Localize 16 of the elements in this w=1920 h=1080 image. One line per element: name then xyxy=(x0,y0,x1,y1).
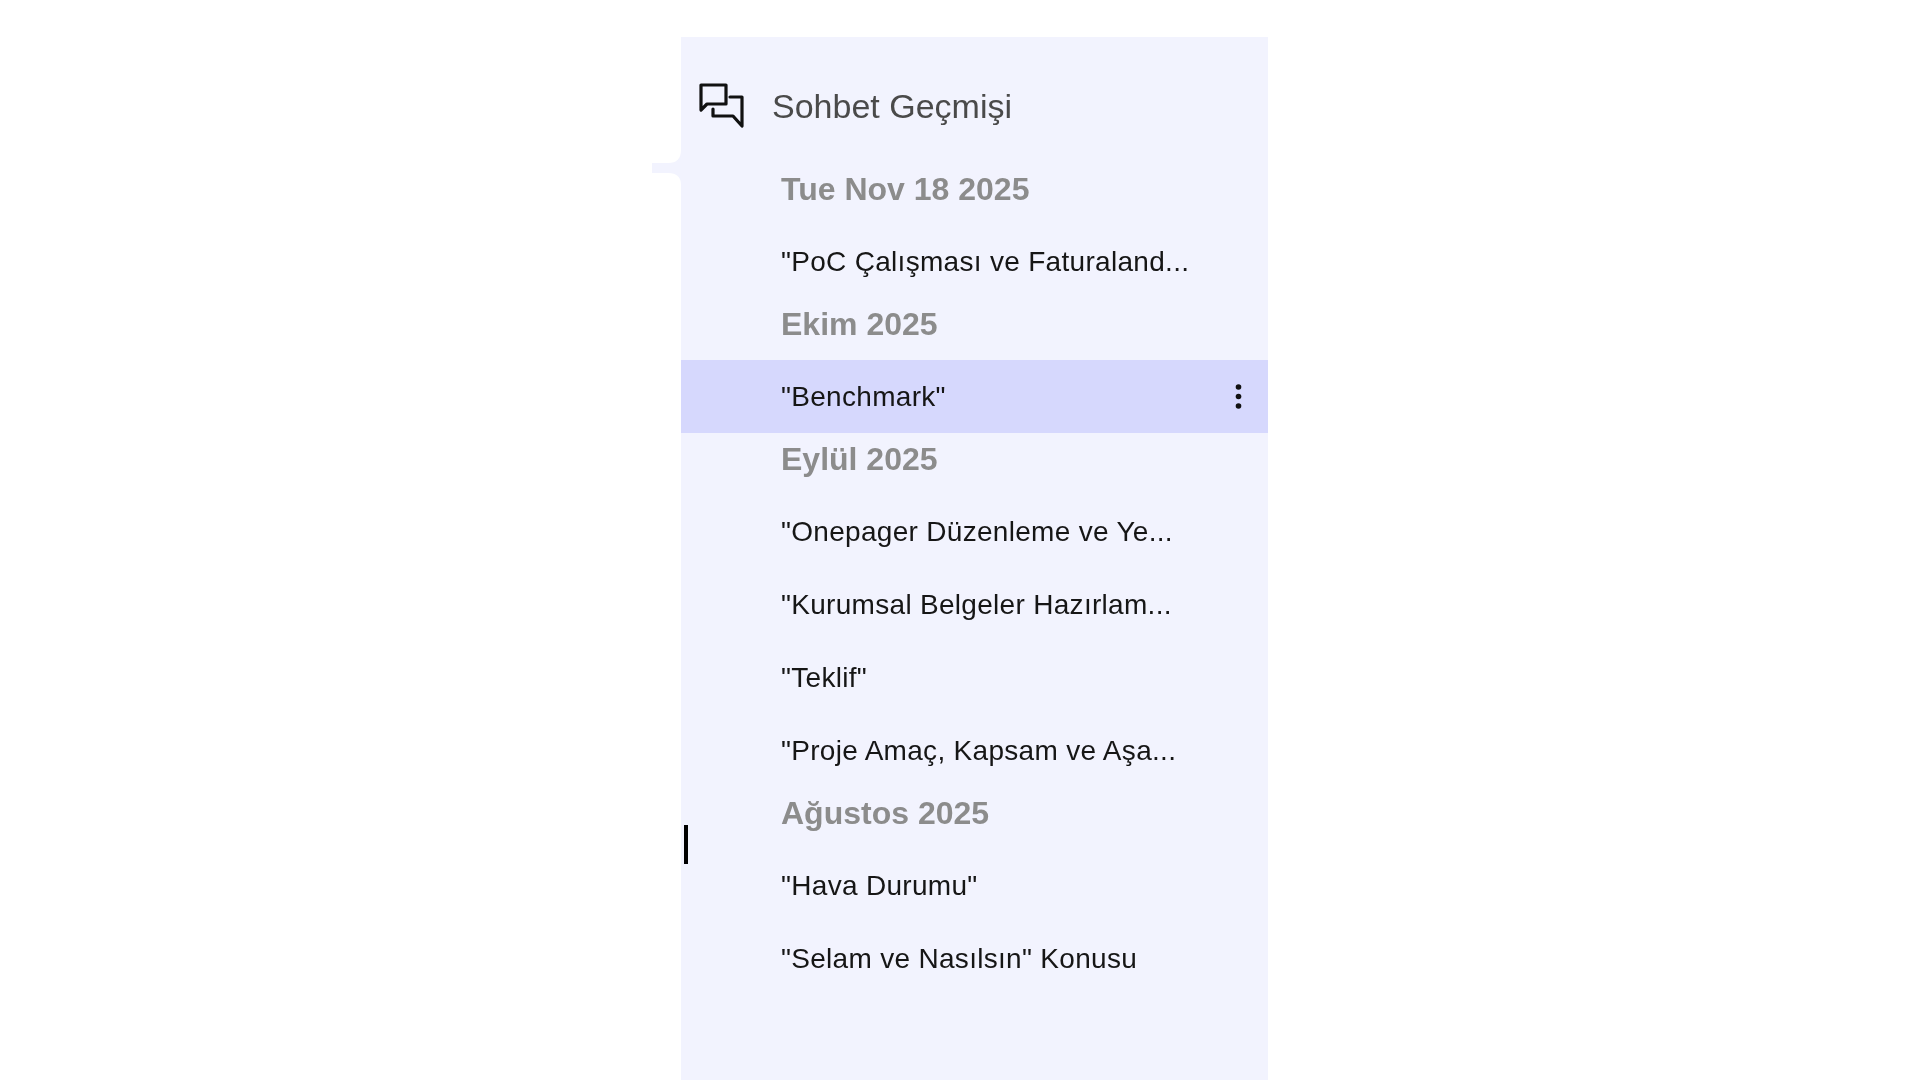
chat-item[interactable]: "Teklif" xyxy=(681,641,1268,714)
text-cursor-icon xyxy=(684,825,688,864)
chat-item[interactable]: "Kurumsal Belgeler Hazırlam... xyxy=(681,568,1268,641)
more-options-icon[interactable] xyxy=(1234,384,1243,409)
chat-item[interactable]: "Onepager Düzenleme ve Ye... xyxy=(681,495,1268,568)
date-group-label: Tue Nov 18 2025 xyxy=(781,170,1030,208)
chat-bubbles-icon xyxy=(699,83,745,129)
chat-item[interactable]: "Selam ve Nasılsın" Konusu xyxy=(681,922,1268,995)
chat-item[interactable]: "Proje Amaç, Kapsam ve Aşa... xyxy=(681,714,1268,787)
chat-item[interactable]: "PoC Çalışması ve Faturaland... xyxy=(681,225,1268,298)
chat-item[interactable]: "Benchmark" xyxy=(681,360,1268,433)
date-group-label: Ekim 2025 xyxy=(781,305,938,343)
date-group-label: Eylül 2025 xyxy=(781,440,938,478)
panel-title: Sohbet Geçmişi xyxy=(772,86,1012,126)
chat-item[interactable]: "Hava Durumu" xyxy=(681,849,1268,922)
date-group-label: Ağustos 2025 xyxy=(781,794,990,832)
